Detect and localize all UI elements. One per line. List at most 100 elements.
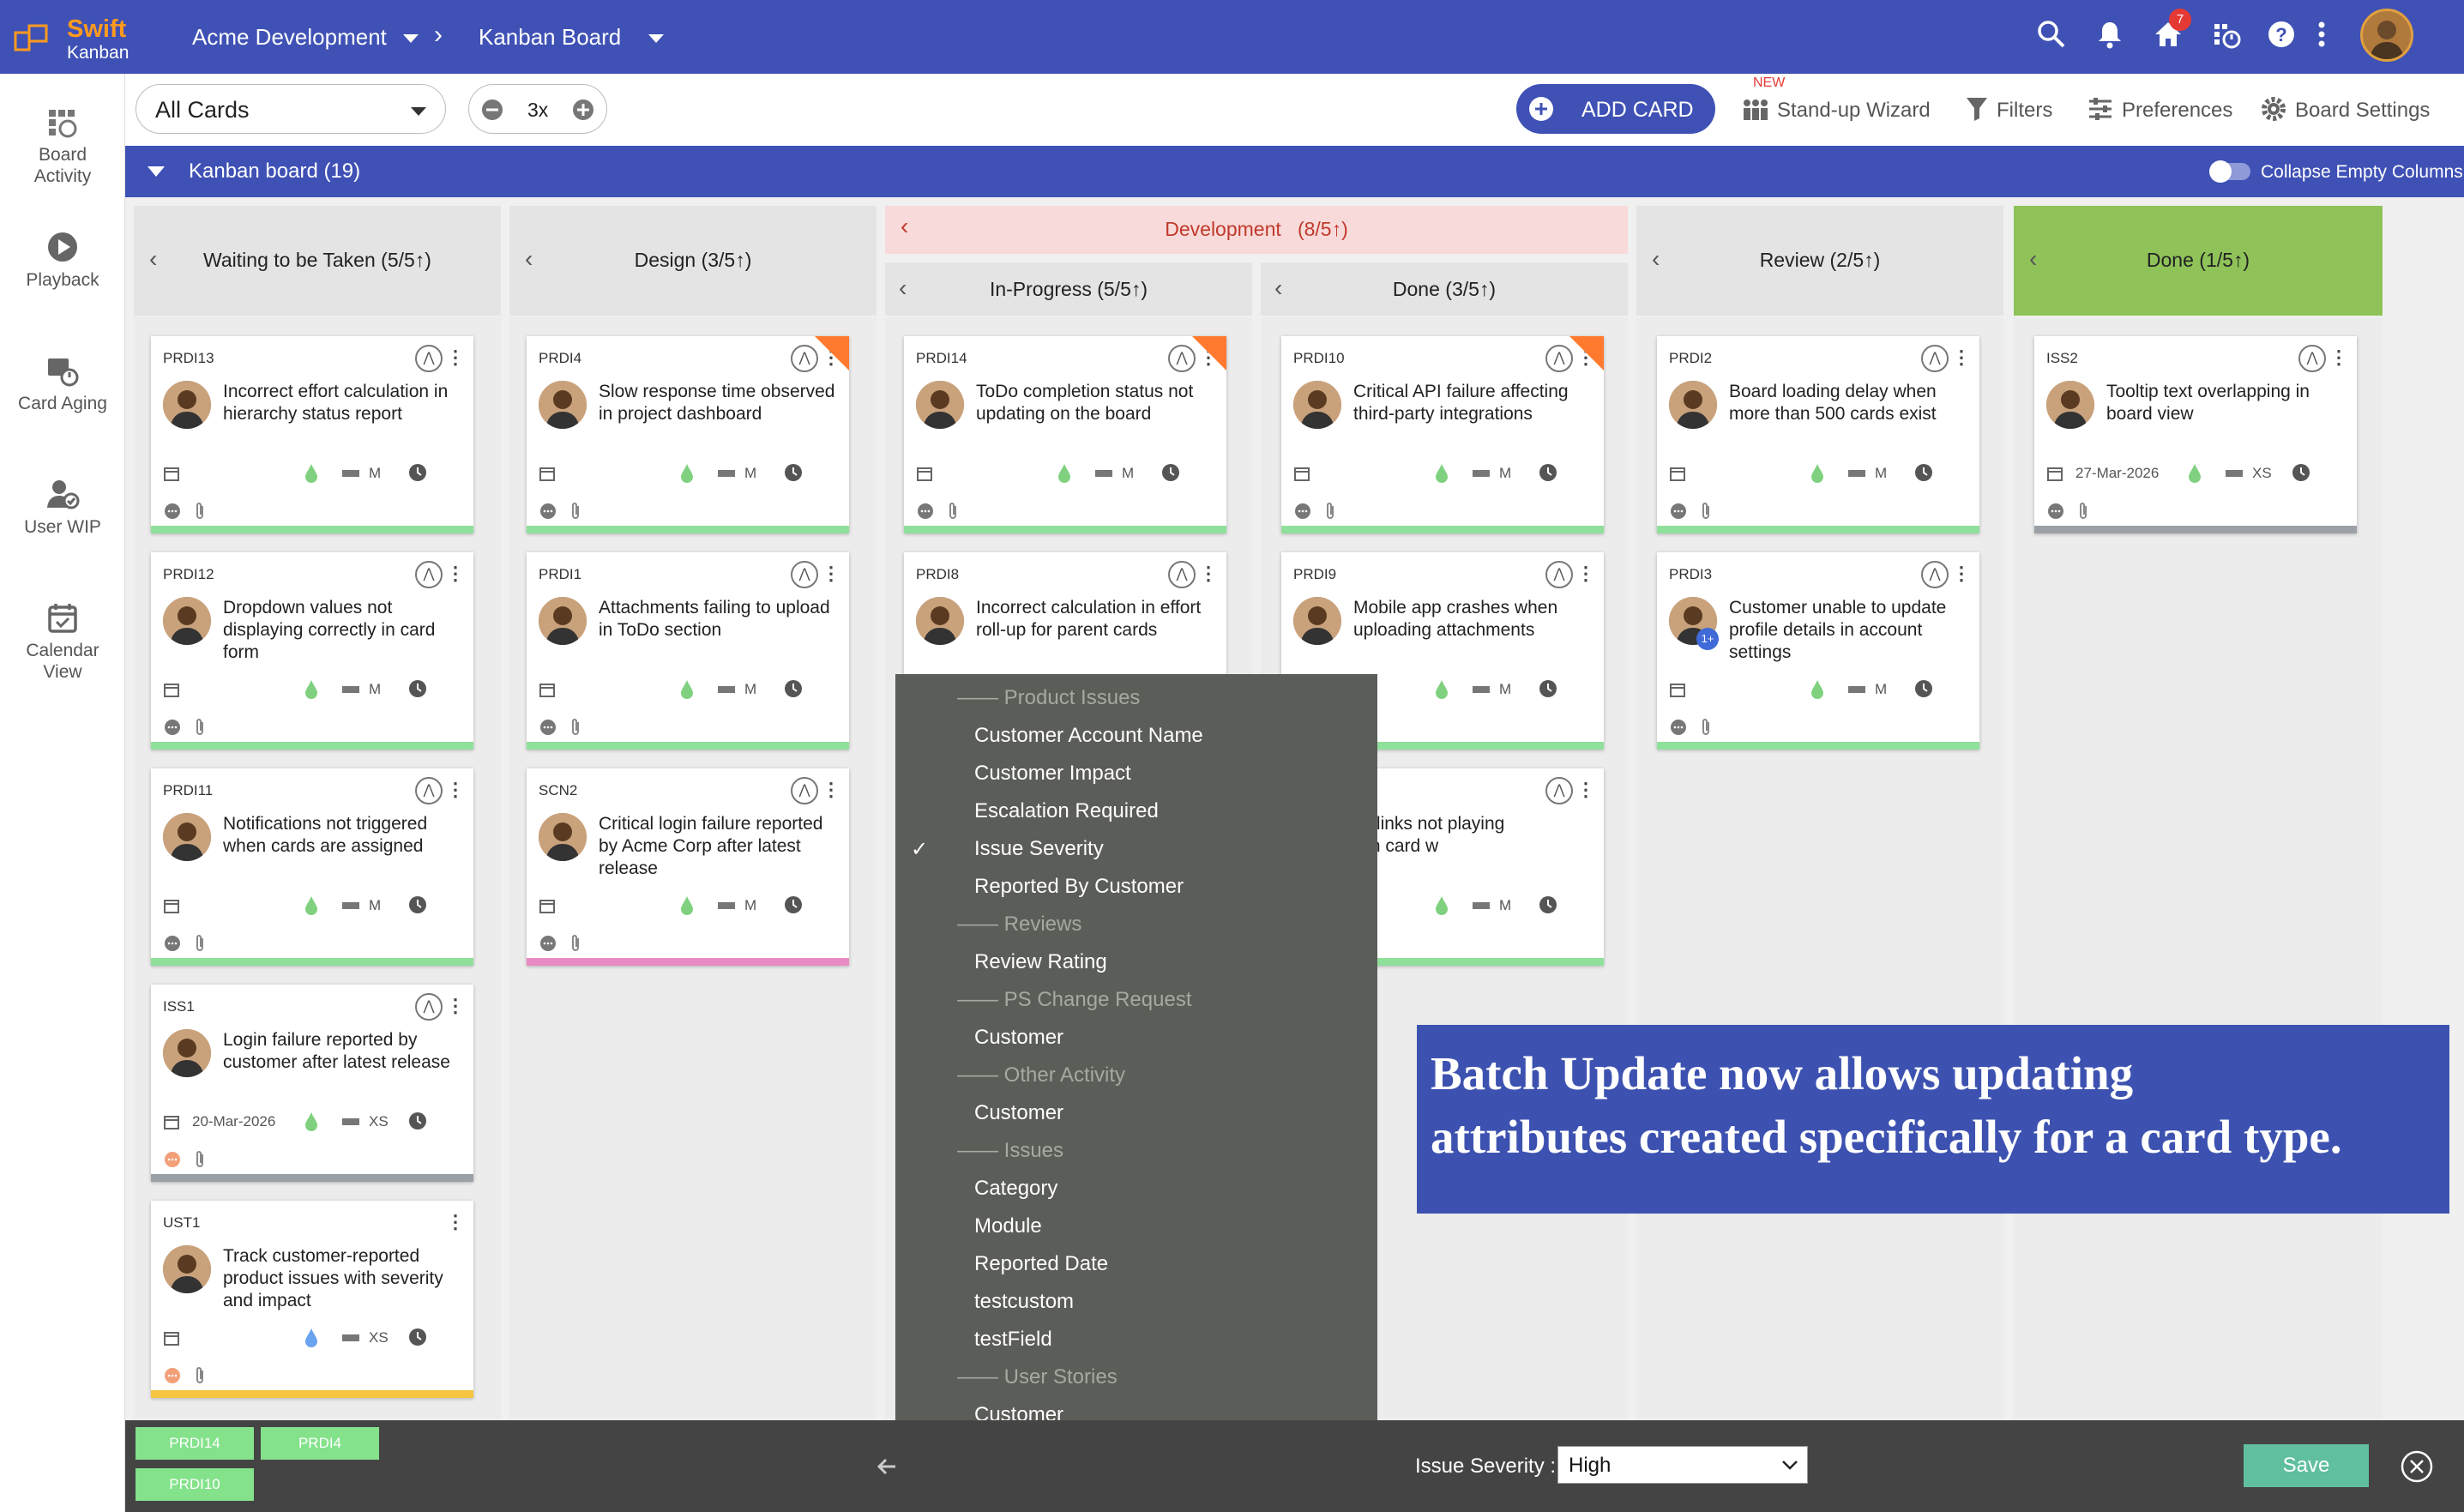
avatar[interactable] [1293,597,1341,645]
help-icon[interactable]: ? [2262,15,2300,53]
filters-button[interactable]: Filters [1966,96,2052,123]
nav-card-aging[interactable]: Card Aging [0,353,125,414]
breadcrumb-board[interactable]: Kanban Board [479,24,621,51]
card-id[interactable]: SCN2 [539,782,577,799]
card-id[interactable]: PRDI10 [1293,350,1345,367]
dropdown-option[interactable]: Category [974,1177,1057,1214]
dropdown-option[interactable]: Review Rating [974,950,1107,988]
avatar[interactable] [2046,381,2094,429]
attachment-icon[interactable] [2077,501,2089,521]
due-date-icon[interactable] [163,1329,180,1346]
board-dropdown-icon[interactable] [648,34,664,43]
card-menu-icon[interactable]: ⋮ [446,563,465,585]
card-type-icon[interactable]: ⋀ [2298,345,2326,372]
card-type-icon[interactable]: ⋀ [415,777,443,804]
clock-icon[interactable] [408,1328,427,1346]
attachment-icon[interactable] [1324,501,1336,521]
notification-bell-icon[interactable] [2091,15,2129,53]
card-id[interactable]: PRDI1 [539,566,581,583]
card-type-icon[interactable]: ⋀ [415,561,443,588]
due-date-icon[interactable] [539,897,556,914]
comment-icon[interactable] [163,1367,182,1386]
avatar[interactable] [539,381,587,429]
selected-card-chip[interactable]: PRDI4 [261,1427,379,1460]
kanban-card[interactable]: ISS2 ⋀ ⋮ Tooltip text overlapping in board … [2034,336,2357,533]
avatar[interactable] [1293,381,1341,429]
column-header-waiting[interactable]: ‹ Waiting to be Taken (5/5↑) [134,206,501,316]
nav-board-activity[interactable]: Board Activity [0,105,125,187]
attachment-icon[interactable] [194,501,206,521]
kanban-card[interactable]: PRDI11 ⋀ ⋮ Notifications not triggered when… [151,768,473,966]
card-id[interactable]: PRDI8 [916,566,959,583]
card-menu-icon[interactable]: ⋮ [1576,779,1595,801]
avatar[interactable] [163,381,211,429]
card-id[interactable]: UST1 [163,1214,200,1232]
comment-icon[interactable] [163,1151,182,1170]
column-header-development[interactable]: ‹ Development (8/5↑) [885,206,1628,254]
comment-icon[interactable] [916,503,935,521]
kanban-card[interactable]: SCN2 ⋀ ⋮ Critical login failure reported by… [527,768,849,966]
dropdown-option[interactable]: Escalation Required [974,799,1159,837]
card-id[interactable]: PRDI3 [1669,566,1712,583]
card-type-icon[interactable]: ⋀ [1921,345,1949,372]
avatar[interactable] [1669,381,1717,429]
kanban-card[interactable]: PRDI10 ⋀ ⋮ Critical API failure affecting t… [1281,336,1604,533]
standup-wizard-button[interactable]: Stand-up Wizard [1741,96,1931,123]
column-header-inprogress[interactable]: ‹ In-Progress (5/5↑) [885,262,1252,316]
priority-drop-icon[interactable] [304,1328,319,1348]
save-button[interactable]: Save [2244,1444,2369,1487]
clock-icon[interactable] [1539,895,1557,914]
due-date-icon[interactable] [539,681,556,698]
kanban-card[interactable]: PRDI2 ⋀ ⋮ Board loading delay when more tha… [1657,336,1979,533]
card-menu-icon[interactable]: ⋮ [1952,563,1971,585]
clock-icon[interactable] [784,463,803,482]
card-type-icon[interactable]: ⋀ [791,777,818,804]
card-type-icon[interactable]: ⋀ [1921,561,1949,588]
dropdown-option[interactable]: Customer Account Name [974,724,1203,762]
kanban-card[interactable]: PRDI14 ⋀ ⋮ ToDo completion status not updat… [904,336,1226,533]
dropdown-option[interactable]: Reported Date [974,1252,1108,1290]
comment-icon[interactable] [1669,503,1688,521]
attachment-icon[interactable] [569,501,581,521]
comment-icon[interactable] [2046,503,2065,521]
card-id[interactable]: PRDI12 [163,566,214,583]
card-menu-icon[interactable]: ⋮ [446,1211,465,1233]
attachment-icon[interactable] [194,717,206,738]
clock-icon[interactable] [2292,463,2310,482]
clock-icon[interactable] [1539,679,1557,698]
card-id[interactable]: PRDI13 [163,350,214,367]
priority-drop-icon[interactable] [1434,895,1449,916]
card-type-icon[interactable]: ⋀ [1545,561,1573,588]
card-type-icon[interactable]: ⋀ [415,345,443,372]
search-icon[interactable] [2033,15,2070,53]
comment-icon[interactable] [539,719,557,738]
card-id[interactable]: ISS2 [2046,350,2078,367]
app-logo[interactable]: Swift Kanban [14,12,134,63]
dropdown-option[interactable]: testcustom [974,1290,1074,1328]
kanban-card[interactable]: PRDI12 ⋀ ⋮ Dropdown values not displaying c… [151,552,473,750]
zoom-out-icon[interactable] [481,99,503,121]
avatar[interactable] [916,381,964,429]
column-header-dev-done[interactable]: ‹ Done (3/5↑) [1261,262,1628,316]
priority-drop-icon[interactable] [1057,463,1072,484]
selected-card-chip[interactable]: PRDI14 [136,1427,254,1460]
avatar[interactable] [163,813,211,861]
due-date-icon[interactable] [1669,681,1686,698]
card-type-icon[interactable]: ⋀ [791,561,818,588]
comment-icon[interactable] [163,719,182,738]
card-type-icon[interactable]: ⋀ [415,993,443,1021]
nav-user-wip[interactable]: User WIP [0,477,125,538]
card-id[interactable]: PRDI2 [1669,350,1712,367]
selected-card-chip[interactable]: PRDI10 [136,1468,254,1501]
attachment-icon[interactable] [194,1149,206,1170]
card-id[interactable]: PRDI14 [916,350,967,367]
avatar[interactable] [539,813,587,861]
comment-icon[interactable] [1293,503,1312,521]
clock-icon[interactable] [408,463,427,482]
card-menu-icon[interactable]: ⋮ [446,779,465,801]
priority-drop-icon[interactable] [679,679,695,700]
due-date-icon[interactable] [539,465,556,482]
card-filter-select[interactable]: All Cards [136,84,446,134]
kanban-card[interactable]: ISS1 ⋀ ⋮ Login failure reported by customer… [151,985,473,1182]
due-date-icon[interactable] [2046,465,2063,482]
